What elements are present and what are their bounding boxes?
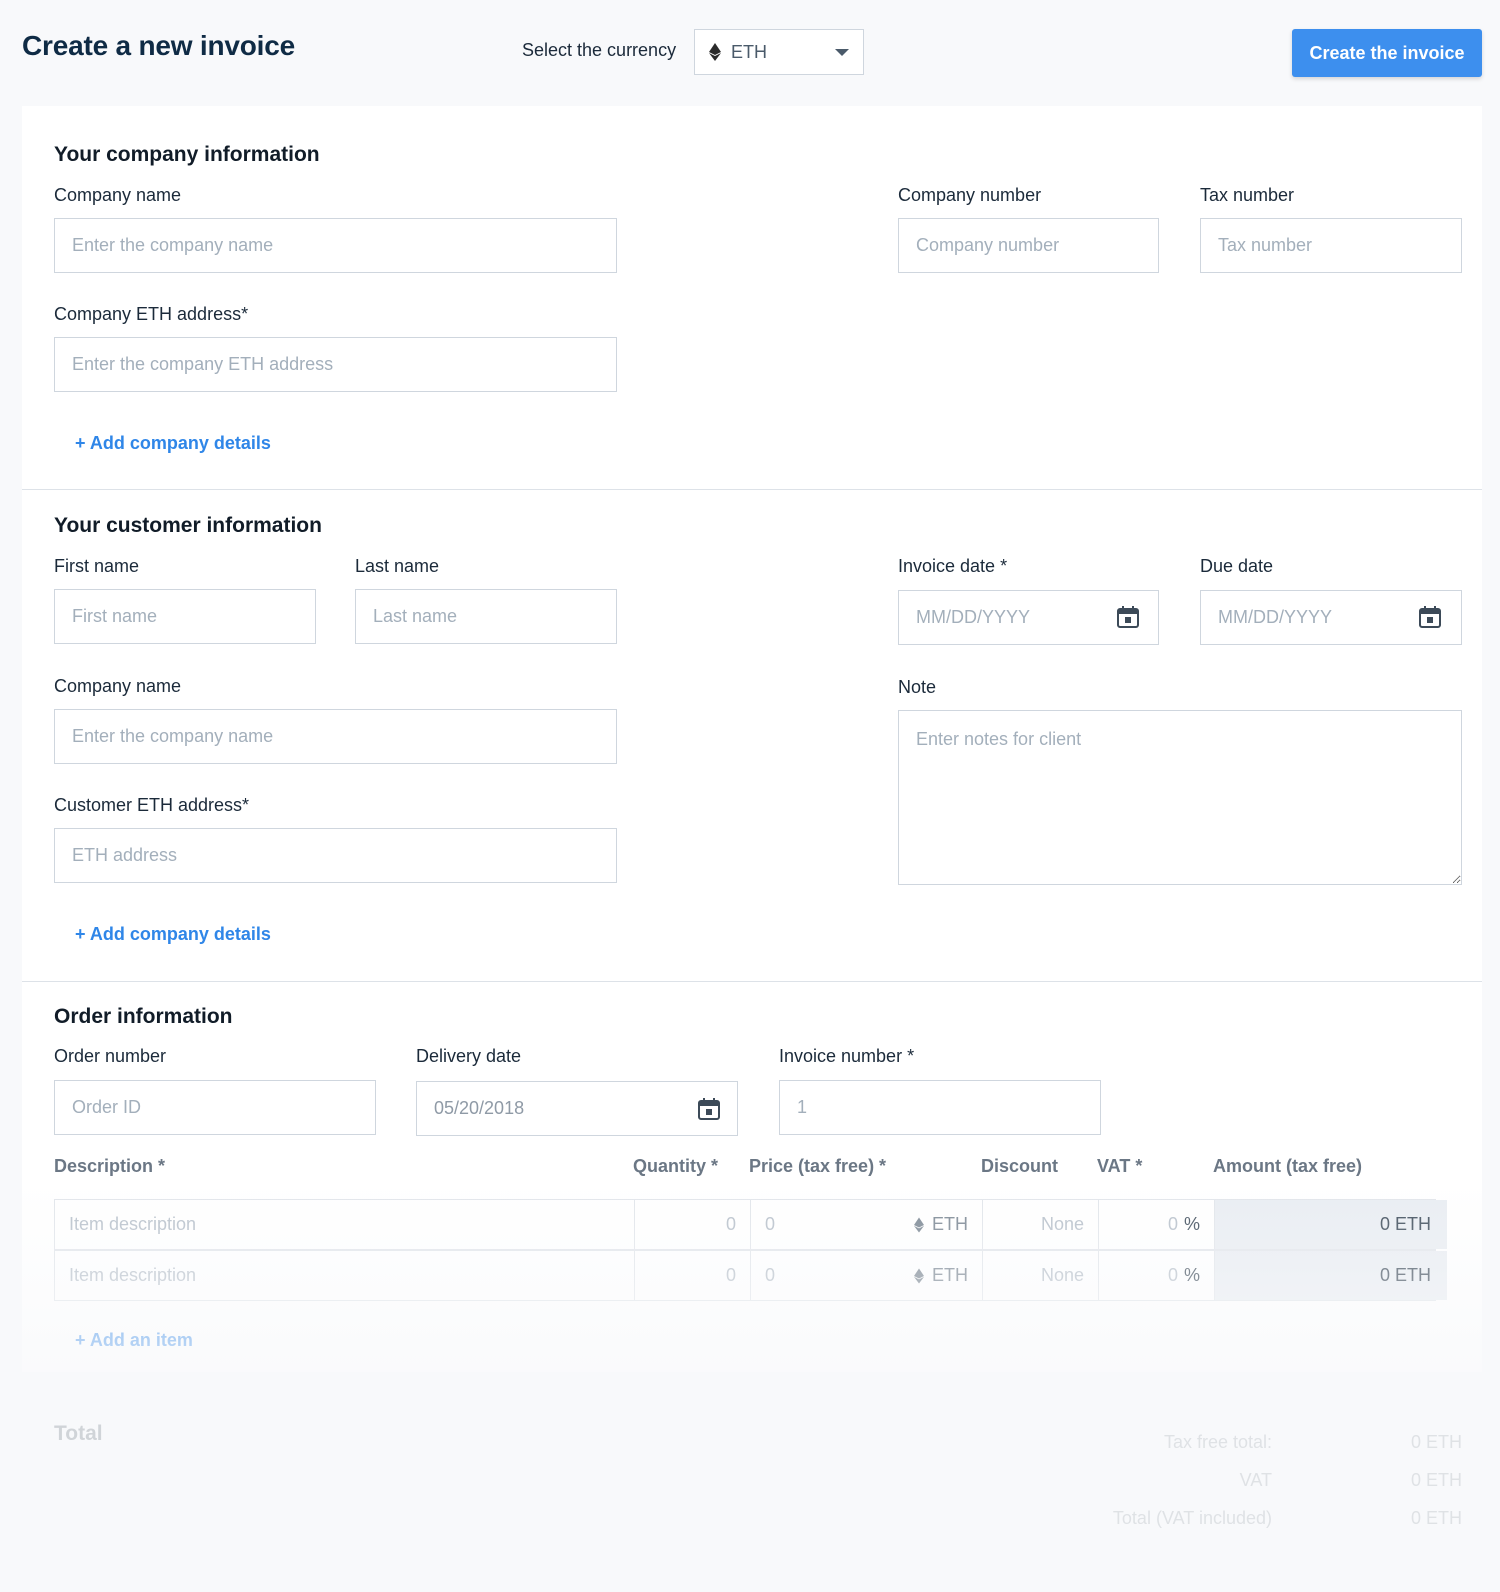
company-number-input[interactable] [898, 218, 1159, 273]
customer-section-title: Your customer information [54, 514, 322, 537]
item-price-value: 0 [765, 1214, 776, 1234]
page-header: Create a new invoice Select the currency… [0, 0, 1500, 100]
company-eth-address-input[interactable] [54, 337, 617, 392]
customer-eth-address-input[interactable] [54, 828, 617, 883]
item-vat-value: 0 [1167, 1214, 1178, 1234]
company-name-label: Company name [54, 185, 182, 205]
due-date-label: Due date [1200, 556, 1274, 576]
ethereum-icon [709, 43, 721, 61]
tax-free-total-label: Tax free total: [1163, 1432, 1272, 1452]
customer-eth-address-label: Customer ETH address* [54, 795, 250, 815]
calendar-icon[interactable] [697, 1097, 721, 1121]
invoice-number-label: Invoice number * [779, 1046, 915, 1066]
item-quantity-value: 0 [725, 1265, 736, 1285]
note-label: Note [898, 677, 937, 697]
item-price-cell[interactable]: 0 ETH [751, 1200, 983, 1249]
customer-company-name-label: Company name [54, 676, 182, 696]
vat-total-label: VAT [1239, 1470, 1272, 1490]
ethereum-icon [914, 1268, 924, 1283]
create-invoice-button[interactable]: Create the invoice [1292, 29, 1482, 77]
item-vat-unit: % [1183, 1265, 1200, 1285]
column-header-discount: Discount [981, 1156, 1059, 1176]
add-item-link[interactable]: + Add an item [75, 1330, 193, 1351]
tax-number-input[interactable] [1200, 218, 1462, 273]
item-vat-cell[interactable]: 0 % [1099, 1251, 1215, 1300]
invoice-date-label: Invoice date * [898, 556, 1008, 576]
item-price-cell[interactable]: 0 ETH [751, 1251, 983, 1300]
calendar-icon[interactable] [1418, 605, 1442, 629]
tax-number-label: Tax number [1200, 185, 1295, 205]
first-name-input[interactable] [54, 589, 316, 644]
item-amount-cell: 0 ETH [1215, 1200, 1447, 1249]
item-quantity-cell[interactable]: 0 [635, 1200, 751, 1249]
totals-title: Total [54, 1422, 103, 1445]
item-discount-cell[interactable]: None [983, 1251, 1099, 1300]
vat-total-value: 0 ETH [1410, 1470, 1462, 1490]
grand-total-value: 0 ETH [1410, 1508, 1462, 1528]
calendar-icon[interactable] [1116, 605, 1140, 629]
note-textarea[interactable] [898, 710, 1462, 885]
column-header-quantity: Quantity * [633, 1156, 719, 1176]
invoice-number-input[interactable] [779, 1080, 1101, 1135]
column-header-price: Price (tax free) * [749, 1156, 887, 1176]
table-row: 0 0 ETH None 0 % 0 ETH [54, 1199, 1447, 1250]
item-currency: ETH [932, 1214, 968, 1234]
last-name-input[interactable] [355, 589, 617, 644]
order-section-title: Order information [54, 1005, 233, 1028]
item-price-value: 0 [765, 1265, 776, 1285]
company-number-label: Company number [898, 185, 1042, 205]
currency-label: Select the currency [522, 40, 677, 60]
item-quantity-cell[interactable]: 0 [635, 1251, 751, 1300]
order-number-input[interactable] [54, 1080, 376, 1135]
section-divider [22, 489, 1482, 490]
item-description-input[interactable] [69, 1214, 634, 1235]
column-header-amount: Amount (tax free) [1213, 1156, 1363, 1176]
page-title: Create a new invoice [22, 30, 296, 61]
customer-company-name-input[interactable] [54, 709, 617, 764]
chevron-down-icon [835, 49, 849, 56]
item-discount-value: None [1040, 1214, 1084, 1234]
section-divider [22, 981, 1482, 982]
item-amount-value: 0 ETH [1379, 1265, 1431, 1285]
add-customer-details-link[interactable]: + Add company details [75, 924, 271, 945]
company-name-input[interactable] [54, 218, 617, 273]
item-vat-value: 0 [1167, 1265, 1178, 1285]
grand-total-label: Total (VAT included) [1112, 1508, 1272, 1528]
first-name-label: First name [54, 556, 140, 576]
column-header-description: Description * [54, 1156, 166, 1176]
item-description-cell[interactable] [55, 1200, 635, 1249]
item-vat-unit: % [1183, 1214, 1200, 1234]
company-section-title: Your company information [54, 143, 320, 166]
item-quantity-value: 0 [725, 1214, 736, 1234]
last-name-label: Last name [355, 556, 440, 576]
delivery-date-label: Delivery date [416, 1046, 522, 1066]
company-eth-address-label: Company ETH address* [54, 304, 249, 324]
table-row: 0 0 ETH None 0 % 0 ETH [54, 1250, 1447, 1301]
item-description-cell[interactable] [55, 1251, 635, 1300]
currency-value: ETH [731, 41, 767, 62]
delivery-date-input[interactable] [416, 1081, 738, 1136]
currency-select[interactable]: ETH [694, 29, 864, 75]
item-vat-cell[interactable]: 0 % [1099, 1200, 1215, 1249]
item-discount-cell[interactable]: None [983, 1200, 1099, 1249]
add-company-details-link[interactable]: + Add company details [75, 433, 271, 454]
ethereum-icon [914, 1217, 924, 1232]
item-amount-value: 0 ETH [1379, 1214, 1431, 1234]
tax-free-total-value: 0 ETH [1410, 1432, 1462, 1452]
column-header-vat: VAT * [1097, 1156, 1143, 1176]
item-currency: ETH [932, 1265, 968, 1285]
item-description-input[interactable] [69, 1265, 634, 1286]
item-amount-cell: 0 ETH [1215, 1251, 1447, 1300]
item-discount-value: None [1040, 1265, 1084, 1285]
order-number-label: Order number [54, 1046, 167, 1066]
